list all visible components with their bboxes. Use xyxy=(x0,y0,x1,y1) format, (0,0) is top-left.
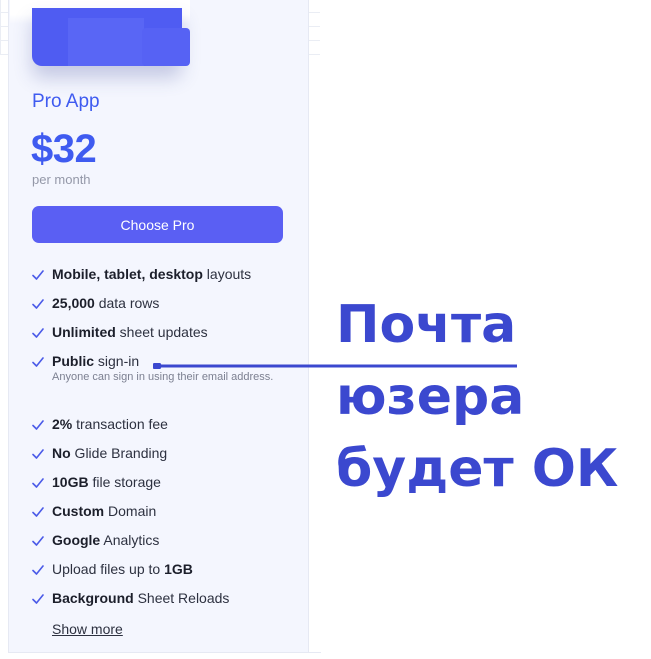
show-more-link[interactable]: Show more xyxy=(52,621,123,637)
choose-pro-button[interactable]: Choose Pro xyxy=(32,206,283,243)
feature-highlight: 2% xyxy=(52,416,73,432)
feature-highlight: 1GB xyxy=(164,561,193,577)
feature-text: 2% transaction fee xyxy=(52,416,168,432)
check-icon xyxy=(32,594,44,604)
feature-label: sheet updates xyxy=(115,324,208,340)
check-icon xyxy=(32,420,44,430)
feature-text: Mobile, tablet, desktop layouts xyxy=(52,266,251,282)
annotation-pointer-dot xyxy=(153,363,162,369)
feature-label: Analytics xyxy=(100,532,160,548)
hero-illustration xyxy=(32,8,190,66)
feature-highlight: Google xyxy=(52,532,101,548)
check-icon xyxy=(32,478,44,488)
feature-text: No Glide Branding xyxy=(52,445,167,461)
check-icon xyxy=(32,565,44,575)
price-period: per month xyxy=(32,172,91,187)
feature-highlight: Background xyxy=(52,590,134,606)
feature-highlight: No xyxy=(52,445,71,461)
feature-highlight: 25,000 xyxy=(52,295,95,311)
check-icon xyxy=(32,449,44,459)
feature-text: Custom Domain xyxy=(52,503,156,519)
feature-text: Background Sheet Reloads xyxy=(52,590,229,606)
card-bottom-border xyxy=(8,652,321,653)
feature-highlight: Public xyxy=(52,353,95,369)
feature-label: Domain xyxy=(104,503,157,519)
feature-highlight: Unlimited xyxy=(52,324,116,340)
feature-text: 25,000 data rows xyxy=(52,295,159,311)
feature-text: Unlimited sheet updates xyxy=(52,324,208,340)
feature-label: file storage xyxy=(88,474,161,490)
annotation-text: Почта юзера будет ОК xyxy=(336,295,619,499)
feature-text: 10GB file storage xyxy=(52,474,161,490)
feature-highlight: 10GB xyxy=(52,474,89,490)
check-icon xyxy=(32,357,44,367)
hero-block-middle xyxy=(68,18,144,66)
feature-label: transaction fee xyxy=(72,416,168,432)
plan-name: Pro App xyxy=(32,91,100,112)
check-icon xyxy=(32,536,44,546)
hero-block-side xyxy=(142,28,190,66)
feature-label: data rows xyxy=(94,295,160,311)
plan-price: $32 xyxy=(31,127,97,171)
feature-text: Google Analytics xyxy=(52,532,159,548)
feature-label: Glide Branding xyxy=(70,445,168,461)
feature-highlight: Custom xyxy=(52,503,105,519)
feature-highlight: Mobile, tablet, desktop xyxy=(52,266,203,282)
feature-text: Public sign-in xyxy=(52,353,139,369)
feature-label: Upload files up to xyxy=(52,561,165,577)
feature-label: layouts xyxy=(202,266,252,282)
check-icon xyxy=(32,299,44,309)
feature-label: sign-in xyxy=(94,353,140,369)
check-icon xyxy=(32,270,44,280)
feature-note: Anyone can sign in using their email add… xyxy=(52,371,274,383)
feature-label: Sheet Reloads xyxy=(133,590,230,606)
feature-text: Upload files up to 1GB xyxy=(52,561,193,577)
check-icon xyxy=(32,328,44,338)
check-icon xyxy=(32,507,44,517)
